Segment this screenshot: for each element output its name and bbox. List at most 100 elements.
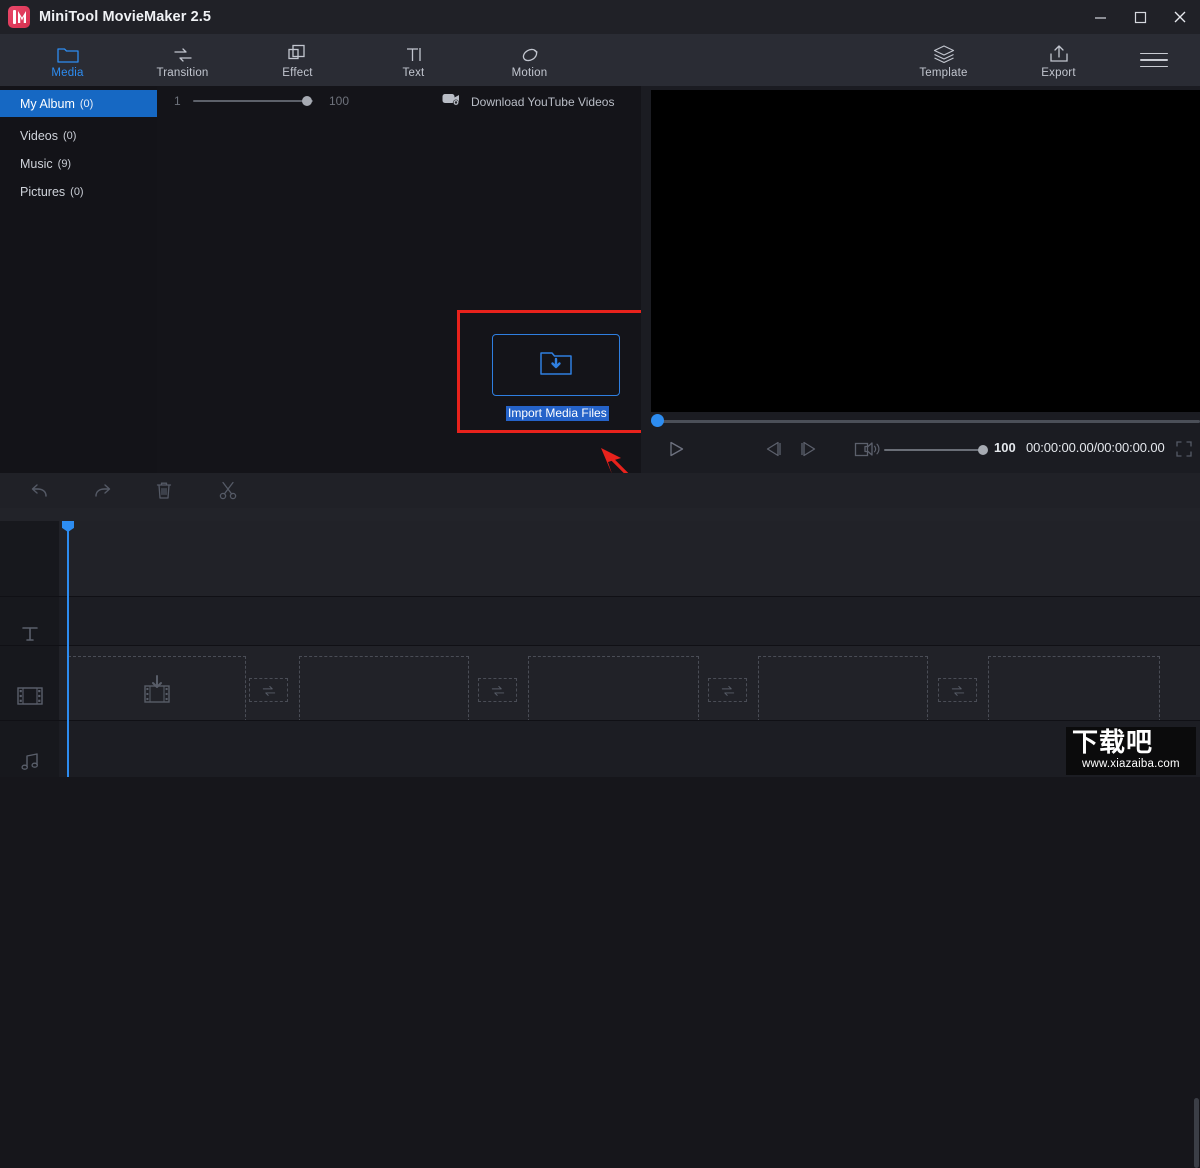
tab-template[interactable]: Template: [910, 42, 977, 79]
watermark: 下载吧 www.xiazaiba.com: [1066, 727, 1196, 775]
playback-progress-track[interactable]: [651, 420, 1200, 423]
hamburger-menu-icon[interactable]: [1140, 47, 1168, 73]
media-panel-header: 1 100 Download YouTube Videos: [157, 86, 641, 114]
play-button[interactable]: [661, 434, 691, 464]
volume-slider-track[interactable]: [884, 449, 984, 451]
tab-text[interactable]: Text: [380, 42, 447, 79]
tab-transition-label: Transition: [156, 67, 208, 79]
timeline-panel: [0, 508, 1200, 777]
transition-icon: [719, 684, 737, 697]
thumb-size-slider-handle[interactable]: [302, 96, 312, 106]
sidebar-item-my-album[interactable]: My Album (0): [0, 90, 157, 117]
track-row-video[interactable]: [59, 646, 1200, 720]
media-sidebar: My Album (0) Videos (0) Music (9) Pictur…: [0, 86, 157, 473]
transition-icon: [489, 684, 507, 697]
sidebar-item-count: (0): [80, 98, 93, 110]
undo-button[interactable]: [20, 473, 60, 508]
watermark-text: 下载吧: [1072, 728, 1153, 758]
annotation-highlight-box: [457, 310, 661, 433]
track-row-overlay[interactable]: [59, 521, 1200, 596]
playback-progress-handle[interactable]: [651, 414, 664, 427]
redo-button[interactable]: [82, 473, 122, 508]
track-header-music[interactable]: [0, 733, 59, 790]
transition-placeholder[interactable]: [708, 678, 747, 702]
track-header-text[interactable]: [0, 609, 59, 658]
video-clip-placeholder[interactable]: [528, 656, 699, 722]
export-icon: [1048, 42, 1070, 64]
effect-icon: [287, 42, 309, 64]
tab-motion[interactable]: Motion: [496, 42, 563, 79]
thumb-size-slider[interactable]: [193, 100, 313, 102]
watermark-url: www.xiazaiba.com: [1082, 758, 1180, 770]
tab-effect-label: Effect: [282, 67, 312, 79]
music-track-icon: [20, 752, 40, 772]
tab-motion-label: Motion: [512, 67, 548, 79]
sidebar-item-videos[interactable]: Videos (0): [0, 122, 157, 149]
tab-export-label: Export: [1041, 67, 1075, 79]
sidebar-item-label: Videos: [20, 129, 58, 143]
folder-icon: [57, 42, 79, 64]
tab-transition[interactable]: Transition: [149, 42, 216, 79]
sidebar-item-count: (9): [58, 158, 71, 170]
fullscreen-button[interactable]: [1169, 434, 1199, 464]
video-clip-placeholder[interactable]: [758, 656, 928, 722]
tab-text-label: Text: [403, 67, 425, 79]
track-header-video[interactable]: [0, 658, 59, 733]
title-bar: MiniTool MovieMaker 2.5: [0, 0, 1200, 34]
track-row-music[interactable]: [59, 721, 1200, 777]
tab-media[interactable]: Media: [34, 42, 101, 79]
edit-toolbar: 1 10: [0, 473, 1200, 508]
sidebar-item-label: My Album: [20, 97, 75, 111]
tab-media-label: Media: [51, 67, 83, 79]
video-clip-placeholder[interactable]: [299, 656, 469, 722]
transition-icon: [260, 684, 278, 697]
timeline-scrollbar[interactable]: [1194, 1098, 1199, 1168]
sidebar-item-count: (0): [63, 130, 76, 142]
track-headers: [0, 521, 59, 777]
layers-icon: [932, 42, 956, 64]
volume-slider-handle[interactable]: [978, 445, 988, 455]
transition-placeholder[interactable]: [478, 678, 517, 702]
sidebar-item-count: (0): [70, 186, 83, 198]
transition-icon: [171, 42, 195, 64]
video-clip-placeholder[interactable]: [988, 656, 1160, 722]
app-window: MiniTool MovieMaker 2.5 Media Transi: [0, 0, 1200, 777]
next-frame-button[interactable]: [793, 434, 823, 464]
video-clip-placeholder[interactable]: [68, 656, 246, 722]
minimize-button[interactable]: [1080, 0, 1120, 34]
tab-template-label: Template: [919, 67, 967, 79]
timeline-ruler[interactable]: [0, 508, 1200, 521]
app-title: MiniTool MovieMaker 2.5: [39, 9, 211, 25]
tab-export[interactable]: Export: [1025, 42, 1092, 79]
tab-effect[interactable]: Effect: [264, 42, 331, 79]
thumb-size-max-label: 100: [329, 94, 349, 108]
window-controls: [1080, 0, 1200, 34]
track-row-text[interactable]: [59, 597, 1200, 645]
sidebar-item-label: Music: [20, 157, 53, 171]
playback-controls: 100 00:00:00.00/00:00:00.00: [641, 434, 1200, 468]
transition-placeholder[interactable]: [938, 678, 977, 702]
delete-button[interactable]: [144, 473, 184, 508]
sidebar-item-music[interactable]: Music (9): [0, 150, 157, 177]
sidebar-item-pictures[interactable]: Pictures (0): [0, 178, 157, 205]
text-icon: [403, 42, 425, 64]
motion-icon: [519, 42, 541, 64]
sidebar-item-label: Pictures: [20, 185, 65, 199]
volume-value: 100: [994, 440, 1016, 455]
transition-placeholder[interactable]: [249, 678, 288, 702]
previous-frame-button[interactable]: [758, 434, 788, 464]
import-video-icon: [143, 674, 171, 704]
thumb-size-min-label: 1: [174, 94, 181, 108]
preview-panel: 100 00:00:00.00/00:00:00.00: [641, 86, 1200, 473]
text-track-icon: [20, 625, 40, 643]
download-youtube-videos-button[interactable]: Download YouTube Videos: [442, 92, 614, 111]
playhead[interactable]: [67, 521, 69, 777]
film-track-icon: [17, 686, 43, 706]
video-preview-surface[interactable]: [651, 90, 1200, 412]
volume-button[interactable]: [857, 434, 887, 464]
close-button[interactable]: [1160, 0, 1200, 34]
split-button[interactable]: [208, 473, 248, 508]
maximize-button[interactable]: [1120, 0, 1160, 34]
main-toolbar: Media Transition Effect Text Motion: [0, 34, 1200, 86]
media-panel: 1 100 Download YouTube Videos: [157, 86, 641, 473]
